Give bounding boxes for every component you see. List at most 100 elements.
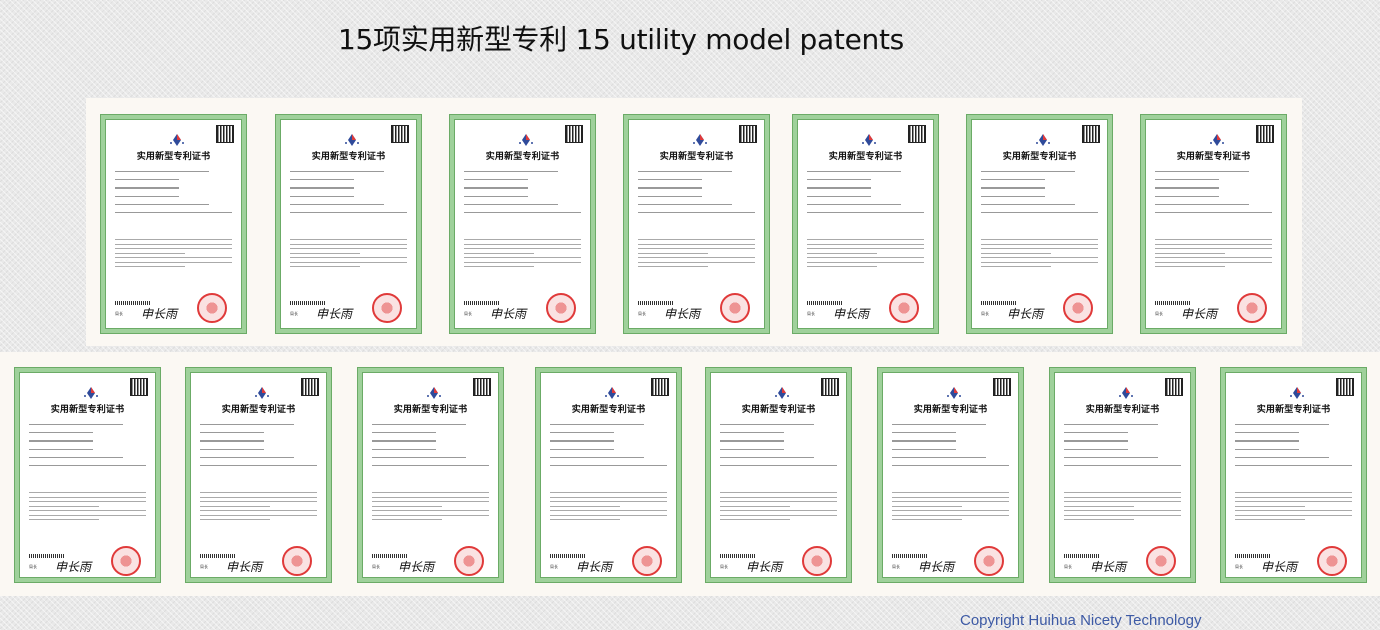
official-seal-icon [974, 546, 1004, 576]
patent-office-logo-icon [1290, 387, 1304, 399]
official-seal-icon [197, 293, 227, 323]
certificate-title: 实用新型专利证书 [1176, 152, 1251, 162]
patent-office-logo-icon [170, 134, 184, 146]
signatory-label: 局长 [115, 311, 123, 316]
official-seal-icon [372, 293, 402, 323]
qr-code-icon [908, 125, 926, 143]
signature: 申长雨 [833, 307, 870, 321]
patent-office-logo-icon [1119, 387, 1133, 399]
certificate-title: 实用新型专利证书 [913, 405, 988, 415]
certificate-title: 实用新型专利证书 [221, 405, 296, 415]
patent-certificate: 实用新型专利证书 局长 申长雨 [358, 368, 503, 582]
signatory-label: 局长 [290, 311, 298, 316]
certificate-fields [1155, 171, 1272, 220]
signature: 申长雨 [1261, 560, 1298, 574]
official-seal-icon [454, 546, 484, 576]
qr-code-icon [216, 125, 234, 143]
certificate-fields [720, 424, 837, 473]
qr-code-icon [821, 378, 839, 396]
qr-code-icon [301, 378, 319, 396]
certificate-fields [807, 171, 924, 220]
certificate-title: 实用新型专利证书 [1002, 152, 1077, 162]
qr-code-icon [130, 378, 148, 396]
signatory-label: 局长 [981, 311, 989, 316]
signature: 申长雨 [316, 307, 353, 321]
patent-office-logo-icon [605, 387, 619, 399]
patent-office-logo-icon [519, 134, 533, 146]
qr-code-icon [739, 125, 757, 143]
patent-certificate: 实用新型专利证书 局长 申长雨 [624, 115, 769, 333]
certificate-title: 实用新型专利证书 [393, 405, 468, 415]
certificate-body-text [1064, 492, 1181, 524]
patent-office-logo-icon [84, 387, 98, 399]
certificate-fields [290, 171, 407, 220]
qr-code-icon [993, 378, 1011, 396]
official-seal-icon [1317, 546, 1347, 576]
patent-certificate: 实用新型专利证书局长 申长雨 [793, 115, 938, 333]
patent-certificate: 实用新型专利证书 局长 申长雨 [706, 368, 851, 582]
patent-office-logo-icon [1210, 134, 1224, 146]
signature: 申长雨 [918, 560, 955, 574]
certificate-title: 实用新型专利证书 [485, 152, 560, 162]
qr-code-icon [391, 125, 409, 143]
patent-office-logo-icon [1036, 134, 1050, 146]
certificate-title: 实用新型专利证书 [659, 152, 734, 162]
signatory-label: 局长 [29, 564, 37, 569]
patent-certificate: 实用新型专利证书局长 申长雨 [101, 115, 246, 333]
certificate-fields [1235, 424, 1352, 473]
patent-certificate: 实用新型专利证书 局长 申长雨 [186, 368, 331, 582]
certificate-body-text [1155, 239, 1272, 271]
patent-certificate: 实用新型专利证书 局长 申长雨 [1050, 368, 1195, 582]
signature: 申长雨 [141, 307, 178, 321]
signature: 申长雨 [398, 560, 435, 574]
certificate-title: 实用新型专利证书 [136, 152, 211, 162]
patent-office-logo-icon [345, 134, 359, 146]
certificate-body-text [290, 239, 407, 271]
certificate-fields [115, 171, 232, 220]
page-title: 15项实用新型专利 15 utility model patents [338, 23, 904, 56]
certificate-fields [981, 171, 1098, 220]
qr-code-icon [473, 378, 491, 396]
signature: 申长雨 [1181, 307, 1218, 321]
certificate-body-text [550, 492, 667, 524]
qr-code-icon [1082, 125, 1100, 143]
signature: 申长雨 [664, 307, 701, 321]
certificate-fields [638, 171, 755, 220]
patent-certificate: 实用新型专利证书局长 申长雨 [878, 368, 1023, 582]
patent-certificate: 实用新型专利证书局长 申长雨 [1141, 115, 1286, 333]
qr-code-icon [1165, 378, 1183, 396]
certificate-body-text [807, 239, 924, 271]
signature: 申长雨 [576, 560, 613, 574]
signature: 申长雨 [1007, 307, 1044, 321]
signatory-label: 局长 [1064, 564, 1072, 569]
signatory-label: 局长 [550, 564, 558, 569]
signatory-label: 局长 [892, 564, 900, 569]
signature: 申长雨 [490, 307, 527, 321]
certificate-title: 实用新型专利证书 [571, 405, 646, 415]
patent-office-logo-icon [862, 134, 876, 146]
certificate-fields [200, 424, 317, 473]
signatory-label: 局长 [807, 311, 815, 316]
official-seal-icon [282, 546, 312, 576]
certificate-title: 实用新型专利证书 [828, 152, 903, 162]
patent-office-logo-icon [693, 134, 707, 146]
certificate-fields [372, 424, 489, 473]
certificate-body-text [981, 239, 1098, 271]
patent-certificate: 实用新型专利证书局长 申长雨 [967, 115, 1112, 333]
certificate-fields [464, 171, 581, 220]
patent-certificate: 实用新型专利证书 局长 申长雨 [276, 115, 421, 333]
qr-code-icon [1256, 125, 1274, 143]
official-seal-icon [889, 293, 919, 323]
certificate-title: 实用新型专利证书 [1256, 405, 1331, 415]
qr-code-icon [1336, 378, 1354, 396]
signatory-label: 局长 [200, 564, 208, 569]
signatory-label: 局长 [464, 311, 472, 316]
certificate-body-text [200, 492, 317, 524]
signature: 申长雨 [1090, 560, 1127, 574]
official-seal-icon [720, 293, 750, 323]
certificate-body-text [29, 492, 146, 524]
certificate-body-text [892, 492, 1009, 524]
patent-office-logo-icon [947, 387, 961, 399]
certificate-fields [29, 424, 146, 473]
signatory-label: 局长 [1155, 311, 1163, 316]
